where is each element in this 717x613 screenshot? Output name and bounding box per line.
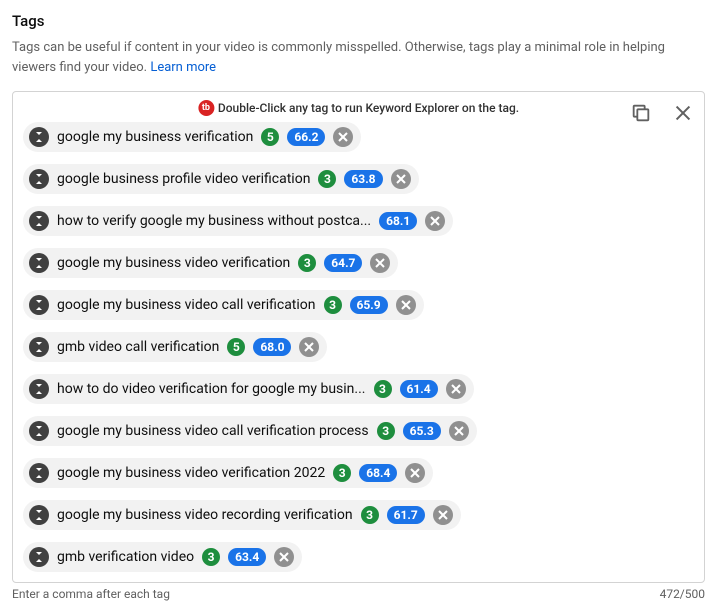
drag-handle-icon[interactable] bbox=[29, 337, 49, 357]
tag-chip[interactable]: google my business video call verificati… bbox=[23, 290, 424, 320]
tag-text: google my business video verification bbox=[57, 255, 290, 271]
remove-tag-icon[interactable] bbox=[449, 421, 469, 441]
drag-handle-icon[interactable] bbox=[29, 463, 49, 483]
tag-chip[interactable]: google my business video verification 3 64… bbox=[23, 248, 398, 278]
remove-tag-icon[interactable] bbox=[391, 169, 411, 189]
clear-all-icon[interactable] bbox=[672, 102, 694, 124]
tag-text: how to verify google my business without… bbox=[57, 213, 371, 229]
tag-score-badge: 66.2 bbox=[287, 128, 325, 146]
tag-text: gmb verification video bbox=[57, 549, 194, 565]
tag-score-badge: 65.3 bbox=[403, 422, 441, 440]
tag-count-badge: 3 bbox=[298, 254, 316, 272]
tag-text: google my business video call verificati… bbox=[57, 297, 316, 313]
tag-score-badge: 68.1 bbox=[379, 212, 417, 230]
tag-chip[interactable]: google business profile video verificati… bbox=[23, 164, 419, 194]
tag-score-badge: 61.7 bbox=[387, 506, 425, 524]
remove-tag-icon[interactable] bbox=[396, 295, 416, 315]
tag-score-badge: 63.4 bbox=[228, 548, 266, 566]
remove-tag-icon[interactable] bbox=[433, 505, 453, 525]
description-text: Tags can be useful if content in your vi… bbox=[12, 40, 665, 75]
drag-handle-icon[interactable] bbox=[29, 295, 49, 315]
tag-score-badge: 61.4 bbox=[400, 380, 438, 398]
remove-tag-icon[interactable] bbox=[425, 211, 445, 231]
tags-container: tb Double-Click any tag to run Keyword E… bbox=[12, 91, 705, 583]
remove-tag-icon[interactable] bbox=[446, 379, 466, 399]
remove-tag-icon[interactable] bbox=[299, 337, 319, 357]
tag-count-badge: 5 bbox=[261, 128, 279, 146]
tags-list: google my business verification566.2goog… bbox=[23, 122, 694, 572]
char-counter: 472/500 bbox=[660, 587, 705, 601]
tag-text: google my business video recording verif… bbox=[57, 507, 353, 523]
section-title: Tags bbox=[12, 12, 705, 30]
copy-icon[interactable] bbox=[630, 102, 652, 124]
tag-chip[interactable]: google my business video call verificati… bbox=[23, 416, 477, 446]
tag-score-badge: 63.8 bbox=[344, 170, 382, 188]
tag-text: google my business video verification 20… bbox=[57, 465, 325, 481]
drag-handle-icon[interactable] bbox=[29, 505, 49, 525]
tag-chip[interactable]: gmb video call verification 5 68.0 bbox=[23, 332, 327, 362]
drag-handle-icon[interactable] bbox=[29, 379, 49, 399]
remove-tag-icon[interactable] bbox=[370, 253, 390, 273]
tag-score-badge: 68.0 bbox=[253, 338, 291, 356]
tag-count-badge: 5 bbox=[227, 338, 245, 356]
tag-chip[interactable]: google my business video recording verif… bbox=[23, 500, 461, 530]
drag-handle-icon[interactable] bbox=[29, 421, 49, 441]
remove-tag-icon[interactable] bbox=[274, 547, 294, 567]
tag-count-badge: 3 bbox=[374, 380, 392, 398]
tag-score-badge: 65.9 bbox=[350, 296, 388, 314]
tag-text: google my business verification bbox=[57, 129, 253, 145]
tag-chip[interactable]: how to verify google my business without… bbox=[23, 206, 453, 236]
tag-score-badge: 68.4 bbox=[359, 464, 397, 482]
tag-text: google business profile video verificati… bbox=[57, 171, 310, 187]
tag-chip[interactable]: gmb verification video 3 63.4 bbox=[23, 542, 302, 572]
drag-handle-icon[interactable] bbox=[29, 169, 49, 189]
drag-handle-icon[interactable] bbox=[29, 127, 49, 147]
learn-more-link[interactable]: Learn more bbox=[150, 60, 216, 75]
tag-chip[interactable]: how to do video verification for google … bbox=[23, 374, 474, 404]
tag-count-badge: 3 bbox=[324, 296, 342, 314]
section-description: Tags can be useful if content in your vi… bbox=[12, 38, 705, 77]
tubebuddy-icon: tb bbox=[198, 100, 214, 116]
tag-chip[interactable]: google my business verification 5 66.2 bbox=[23, 122, 361, 152]
drag-handle-icon[interactable] bbox=[29, 547, 49, 567]
drag-handle-icon[interactable] bbox=[29, 211, 49, 231]
tag-chip[interactable]: google my business video verification 20… bbox=[23, 458, 433, 488]
tag-count-badge: 3 bbox=[318, 170, 336, 188]
drag-handle-icon[interactable] bbox=[29, 253, 49, 273]
tag-text: how to do video verification for google … bbox=[57, 381, 366, 397]
tag-count-badge: 3 bbox=[377, 422, 395, 440]
tag-text: gmb video call verification bbox=[57, 339, 219, 355]
input-hint: Enter a comma after each tag bbox=[12, 587, 170, 601]
remove-tag-icon[interactable] bbox=[333, 127, 353, 147]
tag-text: google my business video call verificati… bbox=[57, 423, 369, 439]
hint-row: tb Double-Click any tag to run Keyword E… bbox=[23, 100, 694, 118]
remove-tag-icon[interactable] bbox=[405, 463, 425, 483]
tag-score-badge: 64.7 bbox=[324, 254, 362, 272]
tag-count-badge: 3 bbox=[202, 548, 220, 566]
tag-count-badge: 3 bbox=[361, 506, 379, 524]
tag-count-badge: 3 bbox=[333, 464, 351, 482]
hint-text: Double-Click any tag to run Keyword Expl… bbox=[218, 101, 519, 115]
